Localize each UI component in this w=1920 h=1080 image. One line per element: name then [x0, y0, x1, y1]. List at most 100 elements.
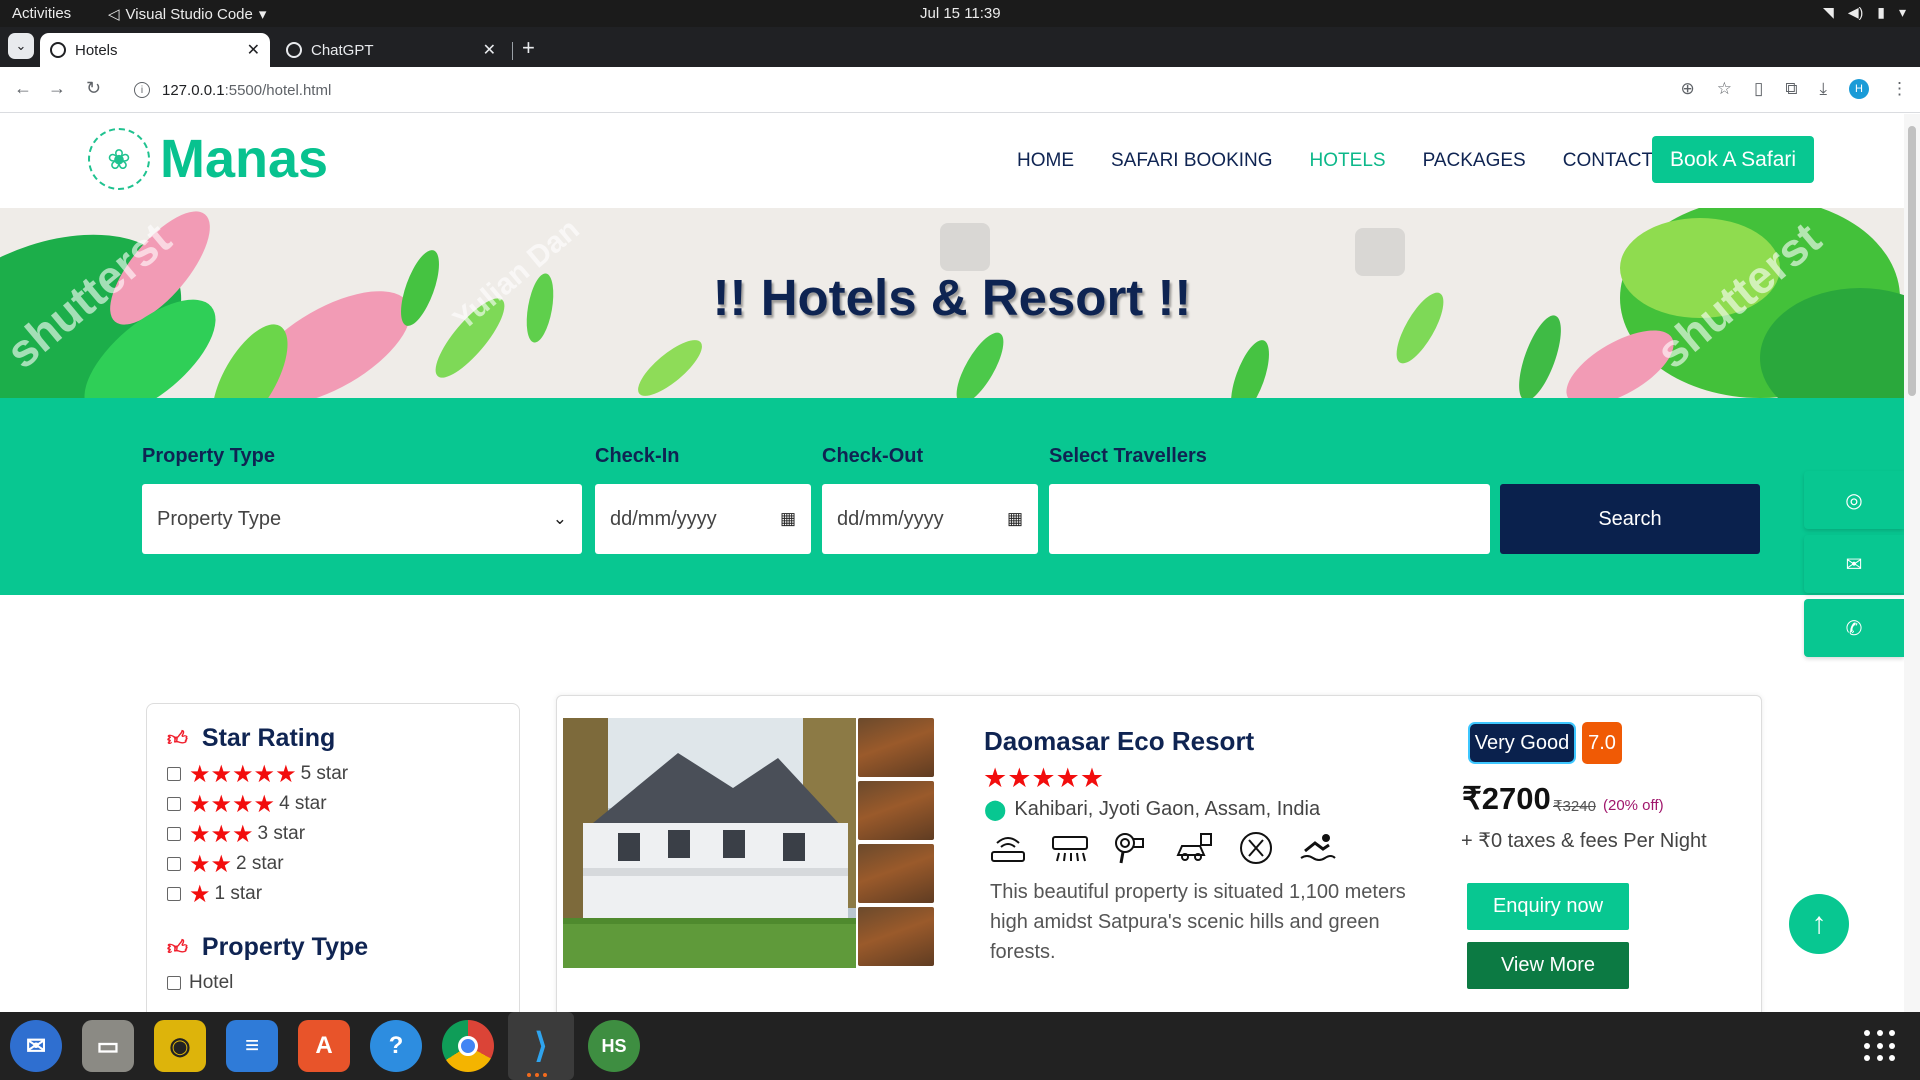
taxes-note: + ₹0 taxes & fees Per Night: [1461, 830, 1707, 852]
reload-icon[interactable]: ↻: [86, 78, 101, 99]
show-apps-icon[interactable]: [1864, 1030, 1896, 1062]
profile-avatar[interactable]: H: [1849, 79, 1869, 99]
rating-checkbox[interactable]: [167, 887, 181, 901]
menu-home[interactable]: HOME: [1017, 150, 1074, 172]
system-tray[interactable]: ◥ ◀) ▮ ▾: [1823, 4, 1906, 21]
chrome-icon[interactable]: [442, 1020, 494, 1072]
scrollbar-thumb[interactable]: [1908, 126, 1916, 396]
rating-label: 3 star: [257, 823, 306, 844]
calendar-icon[interactable]: ▦: [780, 509, 796, 529]
rating-option-3[interactable]: ★★★ 3 star: [167, 819, 499, 849]
rating-option-2[interactable]: ★★ 2 star: [167, 849, 499, 879]
hotel-name[interactable]: Daomasar Eco Resort: [984, 726, 1254, 757]
travellers-label: Select Travellers: [1049, 445, 1207, 467]
scroll-to-top-button[interactable]: ↑: [1789, 894, 1849, 954]
thumbnail-image[interactable]: [858, 907, 934, 966]
puzzle-icon[interactable]: ⧉: [1785, 79, 1797, 99]
rating-checkbox[interactable]: [167, 767, 181, 781]
wifi-router-icon: [988, 830, 1028, 866]
activities-button[interactable]: Activities: [12, 5, 71, 22]
star-rating-heading: 👍︎ Star Rating: [167, 724, 499, 753]
clock[interactable]: Jul 15 11:39: [920, 5, 1001, 22]
whatsapp-button[interactable]: ◎: [1804, 471, 1904, 529]
rating-option-1[interactable]: ★ 1 star: [167, 879, 499, 909]
thumbs-up-icon: 👍︎: [167, 936, 188, 959]
phone-button[interactable]: ✆: [1804, 599, 1904, 657]
logo-icon[interactable]: ❀: [88, 128, 150, 190]
download-icon[interactable]: ⤓: [1819, 79, 1827, 99]
rhythmbox-icon[interactable]: ◉: [154, 1020, 206, 1072]
rating-option-5[interactable]: ★★★★★ 5 star: [167, 759, 499, 789]
tab-title: ChatGPT: [311, 41, 374, 59]
search-button[interactable]: Search: [1500, 484, 1760, 554]
hotel-description: This beautiful property is situated 1,10…: [990, 881, 1406, 963]
book-safari-button[interactable]: Book A Safari: [1652, 136, 1814, 183]
extension-icon[interactable]: ▯: [1754, 79, 1763, 99]
site-header: ❀ Manas HOME SAFARI BOOKING HOTELS PACKA…: [60, 114, 1844, 208]
back-icon[interactable]: ←: [14, 78, 32, 99]
battery-icon: ▮: [1877, 4, 1885, 20]
site-info-icon[interactable]: i: [134, 82, 150, 98]
property-option-label: Hotel: [189, 972, 234, 993]
close-icon[interactable]: ✕: [247, 40, 260, 60]
property-type-select[interactable]: Property Type ⌄: [142, 484, 582, 554]
running-indicator: [543, 1073, 547, 1077]
vscode-icon[interactable]: ⟩: [515, 1020, 567, 1072]
rating-option-4[interactable]: ★★★★ 4 star: [167, 789, 499, 819]
menu-safari-booking[interactable]: SAFARI BOOKING: [1111, 150, 1273, 172]
more-menu-icon[interactable]: ⋮: [1891, 79, 1908, 99]
menu-contact[interactable]: CONTACT: [1563, 150, 1653, 172]
property-type-value: Property Type: [157, 507, 282, 530]
homebank-icon[interactable]: HS: [588, 1020, 640, 1072]
forward-icon[interactable]: →: [48, 78, 66, 99]
thunderbird-icon[interactable]: ✉: [10, 1020, 62, 1072]
checkout-date-input[interactable]: dd/mm/yyyy ▦: [822, 484, 1038, 554]
star-icons: ★★★★★: [189, 760, 297, 788]
filter-sidebar: 👍︎ Star Rating ★★★★★ 5 star ★★★★ 4 star …: [146, 703, 520, 1012]
chevron-down-icon: ▾: [1898, 4, 1906, 20]
url-path: :5500/hotel.html: [224, 81, 332, 99]
search-panel: Property Type Property Type ⌄ Check-In d…: [0, 398, 1904, 595]
page-viewport: ❀ Manas HOME SAFARI BOOKING HOTELS PACKA…: [0, 114, 1904, 1012]
files-icon[interactable]: ▭: [82, 1020, 134, 1072]
menu-packages[interactable]: PACKAGES: [1423, 150, 1526, 172]
rating-checkbox[interactable]: [167, 797, 181, 811]
property-option-hotel[interactable]: Hotel: [167, 968, 499, 998]
page-scrollbar[interactable]: [1904, 114, 1920, 1012]
thumbnail-image[interactable]: [858, 718, 934, 777]
rating-badge: Very Good: [1468, 722, 1576, 764]
close-icon[interactable]: ✕: [483, 40, 496, 60]
discount-label: (20% off): [1603, 797, 1664, 814]
enquiry-button[interactable]: Enquiry now: [1467, 883, 1629, 930]
menu-hotels[interactable]: HOTELS: [1310, 150, 1386, 172]
email-button[interactable]: ✉: [1804, 535, 1904, 593]
wifi-icon: ◥: [1823, 4, 1834, 20]
chevron-down-icon: ▾: [258, 6, 267, 23]
toolbar-icons: ⊕ ☆ ▯ ⧉ ⤓ H ⋮: [1680, 79, 1908, 99]
travellers-input[interactable]: [1049, 484, 1490, 554]
active-app-menu[interactable]: ◁ Visual Studio Code ▾: [108, 5, 267, 24]
calendar-icon[interactable]: ▦: [1007, 509, 1023, 529]
thumbnail-image[interactable]: [858, 781, 934, 840]
rating-checkbox[interactable]: [167, 857, 181, 871]
new-tab-button[interactable]: +: [522, 35, 535, 61]
app-center-icon[interactable]: A: [298, 1020, 350, 1072]
property-checkbox[interactable]: [167, 976, 181, 990]
rating-checkbox[interactable]: [167, 827, 181, 841]
help-icon[interactable]: ?: [370, 1020, 422, 1072]
tab-hotels[interactable]: Hotels ✕: [40, 33, 270, 67]
address-bar[interactable]: i 127.0.0.1:5500/hotel.html: [122, 75, 1682, 105]
bookmark-star-icon[interactable]: ☆: [1717, 79, 1732, 99]
zoom-icon[interactable]: ⊕: [1680, 79, 1694, 99]
tab-search-button[interactable]: ⌄: [8, 33, 34, 59]
text-editor-icon[interactable]: ≡: [226, 1020, 278, 1072]
running-indicator: [527, 1073, 531, 1077]
hotel-main-image[interactable]: [563, 718, 856, 968]
hotel-thumbnails: [858, 718, 934, 970]
thumbnail-image[interactable]: [858, 844, 934, 903]
checkin-date-input[interactable]: dd/mm/yyyy ▦: [595, 484, 811, 554]
view-more-button[interactable]: View More: [1467, 942, 1629, 989]
checkin-label: Check-In: [595, 445, 680, 467]
brand-name[interactable]: Manas: [160, 128, 328, 190]
tab-chatgpt[interactable]: ChatGPT ✕: [276, 33, 506, 67]
